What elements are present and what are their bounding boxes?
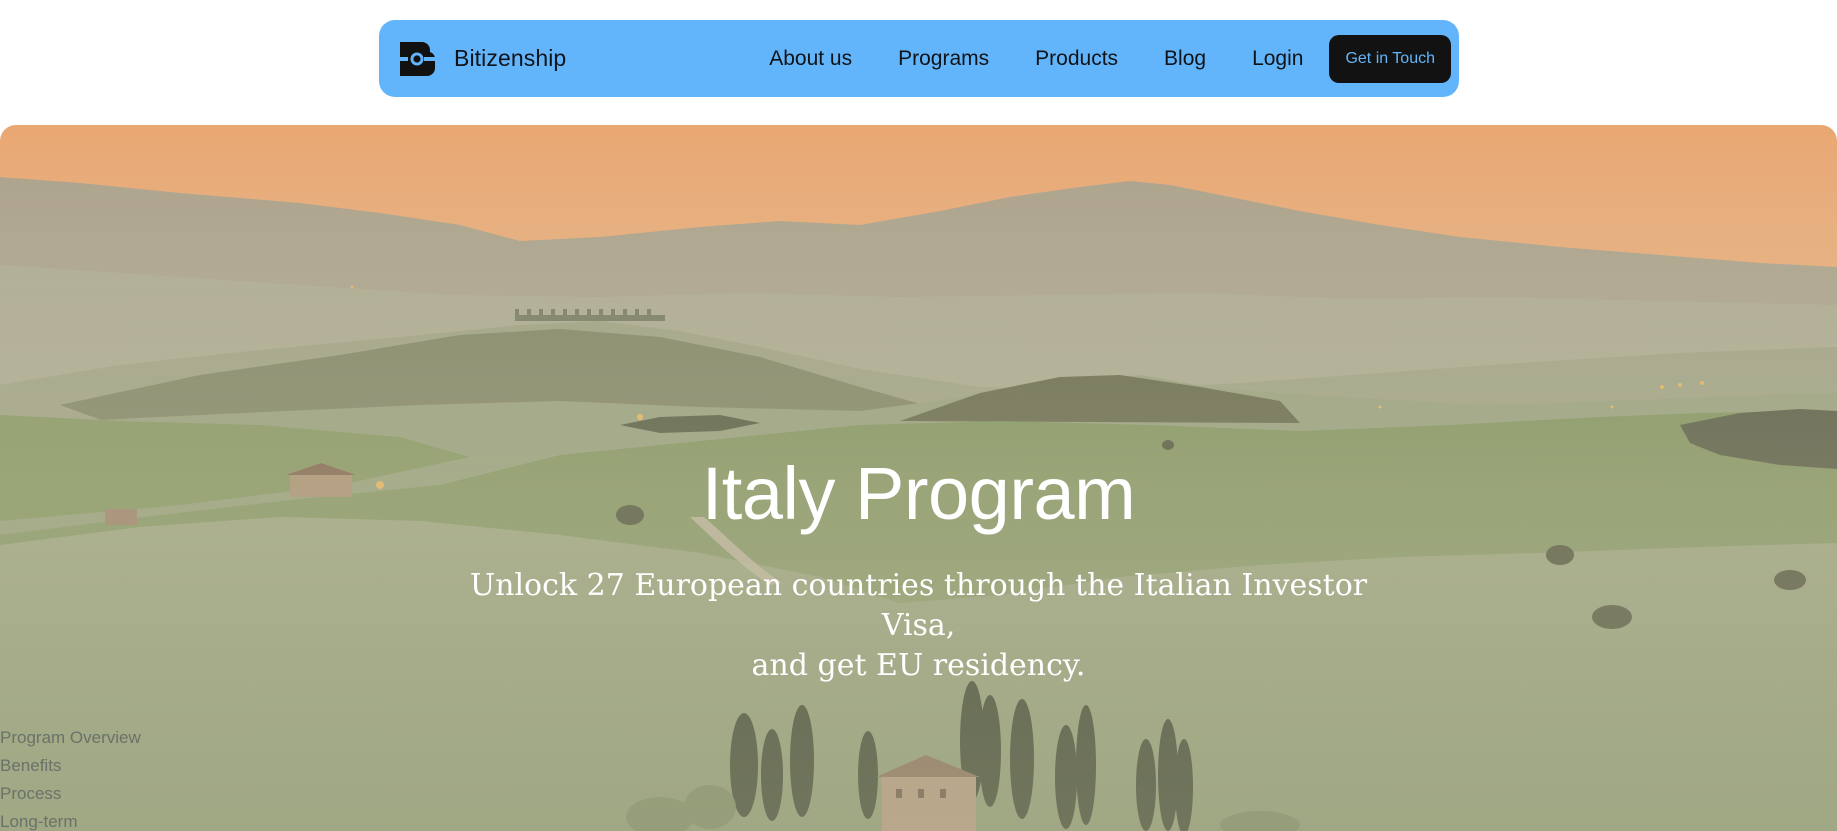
nav-link-blog[interactable]: Blog — [1164, 47, 1206, 71]
nav-link-products[interactable]: Products — [1035, 47, 1118, 71]
section-nav: Program Overview Benefits Process Long-t… — [0, 724, 141, 831]
hero-subtitle-line-2: and get EU residency. — [751, 648, 1086, 683]
nav-link-login[interactable]: Login — [1252, 47, 1303, 71]
hero-title: Italy Program — [701, 452, 1136, 535]
brand-home-link[interactable]: Bitizenship — [400, 41, 567, 76]
section-link-benefits[interactable]: Benefits — [0, 752, 141, 780]
hero-subtitle-line-1: Unlock 27 European countries through the… — [469, 568, 1368, 643]
section-link-program-overview[interactable]: Program Overview — [0, 724, 141, 752]
nav-link-about-us[interactable]: About us — [769, 47, 852, 71]
nav-link-programs[interactable]: Programs — [898, 47, 989, 71]
nav-links: About us Programs Products Blog Login Ge… — [769, 34, 1451, 83]
hero-subtitle: Unlock 27 European countries through the… — [439, 566, 1399, 686]
top-navbar: Bitizenship About us Programs Products B… — [379, 20, 1459, 97]
hero-section: Italy Program Unlock 27 European countri… — [0, 125, 1837, 831]
bitizenship-logo-icon — [400, 41, 435, 76]
section-link-process[interactable]: Process — [0, 780, 141, 808]
brand-name: Bitizenship — [454, 45, 567, 71]
section-link-long-term[interactable]: Long-term — [0, 808, 141, 831]
get-in-touch-button[interactable]: Get in Touch — [1329, 34, 1451, 83]
